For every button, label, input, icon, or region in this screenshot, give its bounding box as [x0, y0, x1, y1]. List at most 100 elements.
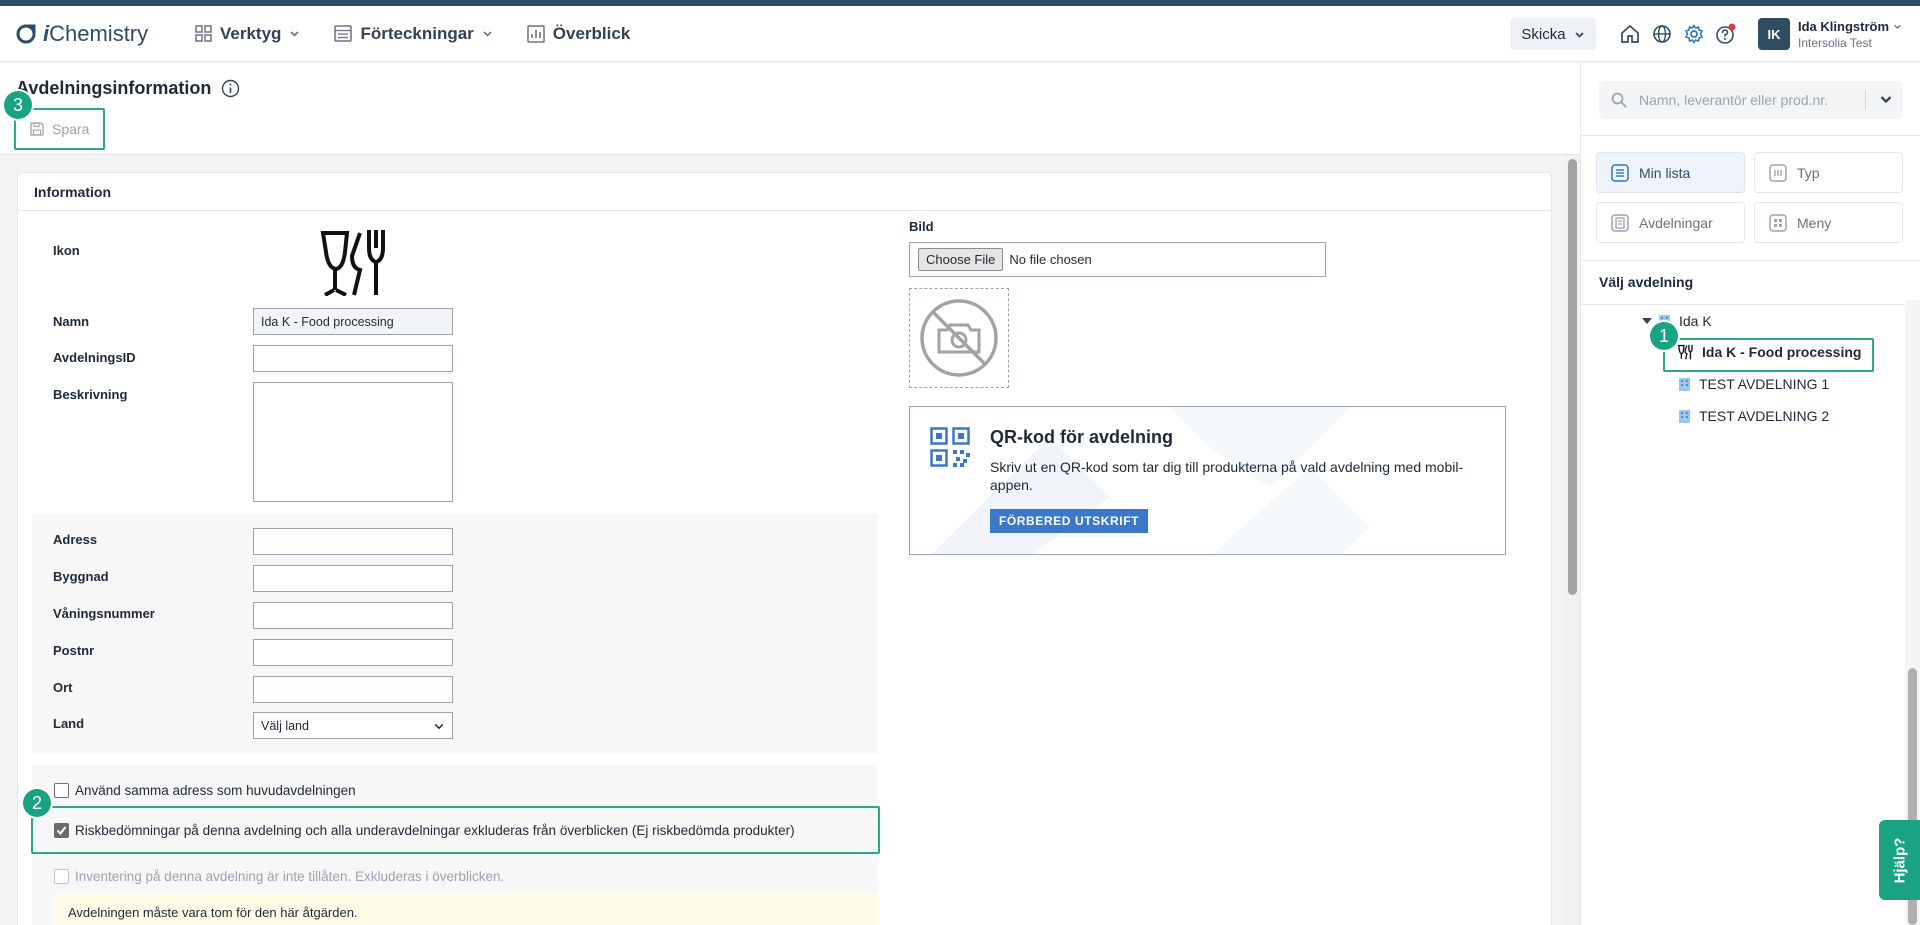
- inventory-label: Inventering på denna avdelning är inte t…: [75, 869, 505, 884]
- no-camera-icon: [920, 299, 998, 377]
- sidebar: Namn, leverantör eller prod.nr. Min list…: [1580, 63, 1920, 925]
- same-address-checkbox[interactable]: [54, 783, 69, 798]
- nav-verktyg[interactable]: Verktyg: [195, 24, 300, 44]
- address-section: [32, 514, 878, 754]
- sidebar-btn-label: Avdelningar: [1639, 214, 1713, 231]
- no-file-label: No file chosen: [1009, 252, 1092, 267]
- tree-item-test-2[interactable]: TEST AVDELNING 2: [1678, 408, 1829, 424]
- step-marker-3: 3: [4, 91, 32, 119]
- tree-title: Välj avdelning: [1599, 274, 1694, 290]
- warning-notice: Avdelningen måste vara tom för den här å…: [54, 893, 878, 925]
- search-divider: [1865, 90, 1866, 110]
- same-address-option[interactable]: Använd samma adress som huvudavdelningen: [54, 783, 356, 798]
- user-name[interactable]: Ida Klingström: [1798, 19, 1902, 34]
- info-icon[interactable]: [221, 79, 240, 98]
- user-org: Intersolia Test: [1798, 36, 1872, 50]
- description-field[interactable]: [253, 382, 453, 502]
- inventory-checkbox[interactable]: [54, 869, 69, 884]
- section-header: Information: [18, 173, 1551, 211]
- inventory-option[interactable]: Inventering på denna avdelning är inte t…: [54, 869, 504, 884]
- nav-overblick[interactable]: Överblick: [527, 24, 630, 44]
- zip-label: Postnr: [53, 643, 95, 658]
- city-label: Ort: [53, 680, 73, 695]
- country-label: Land: [53, 716, 85, 731]
- caret-down-icon[interactable]: [1642, 316, 1652, 326]
- floor-label: Våningsnummer: [53, 606, 155, 621]
- floor-field[interactable]: [253, 602, 453, 629]
- chevron-down-icon[interactable]: [1879, 92, 1893, 106]
- type-icon: [1769, 163, 1787, 182]
- sidebar-btn-avdelningar[interactable]: Avdelningar: [1596, 202, 1745, 243]
- zip-field[interactable]: [253, 639, 453, 666]
- building-icon: [1679, 377, 1690, 391]
- page-title-text: Avdelningsinformation: [16, 78, 212, 98]
- app-name: iChemistry: [43, 20, 149, 46]
- sidebar-separator: [1581, 135, 1920, 136]
- address-label: Adress: [53, 532, 98, 547]
- building-icon: [1679, 409, 1690, 423]
- dept-id-label: AvdelningsID: [53, 350, 136, 365]
- tree-item-label: Ida K: [1679, 313, 1712, 329]
- no-image-placeholder: [909, 288, 1009, 388]
- search-input[interactable]: Namn, leverantör eller prod.nr.: [1599, 81, 1903, 119]
- name-label: Namn: [53, 314, 90, 329]
- grid-icon: [195, 25, 212, 42]
- search-icon: [1611, 92, 1627, 108]
- description-label: Beskrivning: [53, 387, 128, 402]
- ichemistry-logo-icon: [16, 24, 36, 43]
- highlight-risk-exclude: [31, 806, 880, 854]
- choose-file-button[interactable]: Choose File: [918, 248, 1004, 271]
- globe-icon[interactable]: [1651, 23, 1673, 45]
- main-area: Avdelningsinformation Spara 3 Informatio…: [0, 63, 1580, 925]
- sidebar-separator: [1581, 304, 1920, 305]
- send-label: Skicka: [1521, 25, 1566, 43]
- qr-title: QR-kod för avdelning: [990, 427, 1174, 447]
- sidebar-btn-typ[interactable]: Typ: [1754, 152, 1903, 193]
- building-field[interactable]: [253, 565, 453, 592]
- help-tab[interactable]: Hjälp?: [1879, 820, 1920, 900]
- address-field[interactable]: [253, 528, 453, 555]
- country-select[interactable]: Välj land: [253, 712, 453, 739]
- step-marker-2: 2: [23, 789, 51, 817]
- nav-forteckningar[interactable]: Förteckningar: [334, 24, 492, 44]
- tree-item-test-1[interactable]: TEST AVDELNING 1: [1678, 376, 1829, 392]
- home-icon[interactable]: [1619, 23, 1641, 45]
- avatar[interactable]: IK: [1758, 18, 1790, 50]
- highlight-tree-selected: [1663, 338, 1874, 372]
- departments-icon: [1611, 213, 1629, 232]
- help-circle-icon[interactable]: [1715, 23, 1737, 45]
- nav-label: Förteckningar: [360, 23, 474, 43]
- content-area: Information Ikon Namn Ida K - Food proce…: [0, 155, 1565, 925]
- main-scrollbar-thumb[interactable]: [1568, 159, 1577, 595]
- chart-icon: [527, 24, 545, 43]
- qr-code-card: QR-kod för avdelning Skriv ut en QR-kod …: [909, 406, 1506, 555]
- sidebar-btn-label: Meny: [1797, 214, 1832, 231]
- sidebar-btn-label: Min lista: [1639, 164, 1691, 181]
- list-icon: [1611, 163, 1629, 182]
- help-label: Hjälp?: [1891, 837, 1908, 883]
- page-title: Avdelningsinformation: [16, 78, 240, 99]
- search-placeholder: Namn, leverantör eller prod.nr.: [1639, 92, 1829, 108]
- chevron-down-icon: [1893, 24, 1901, 30]
- sidebar-btn-min-lista[interactable]: Min lista: [1596, 152, 1745, 193]
- name-field[interactable]: Ida K - Food processing: [253, 308, 453, 335]
- dept-id-field[interactable]: [253, 345, 453, 372]
- list-box-icon: [334, 25, 353, 42]
- city-field[interactable]: [253, 676, 453, 703]
- icon-label: Ikon: [53, 243, 80, 258]
- avatar-initials: IK: [1767, 26, 1781, 42]
- prepare-print-button[interactable]: FÖRBERED UTSKRIFT: [990, 509, 1148, 533]
- top-bar: iChemistry Verktyg Förteckningar Överbli…: [0, 6, 1920, 62]
- same-address-label: Använd samma adress som huvudavdelningen: [75, 783, 356, 798]
- building-label: Byggnad: [53, 569, 109, 584]
- sidebar-separator: [1581, 260, 1920, 261]
- chevron-down-icon: [1574, 31, 1584, 38]
- food-icon[interactable]: [320, 228, 392, 301]
- sidebar-btn-label: Typ: [1797, 164, 1820, 181]
- country-select-value: Välj land: [261, 718, 309, 733]
- gear-icon[interactable]: [1683, 23, 1705, 45]
- image-file-input[interactable]: Choose File No file chosen: [909, 242, 1326, 277]
- sidebar-btn-meny[interactable]: Meny: [1754, 202, 1903, 243]
- send-dropdown[interactable]: Skicka: [1510, 18, 1596, 50]
- app-logo[interactable]: iChemistry: [15, 21, 175, 47]
